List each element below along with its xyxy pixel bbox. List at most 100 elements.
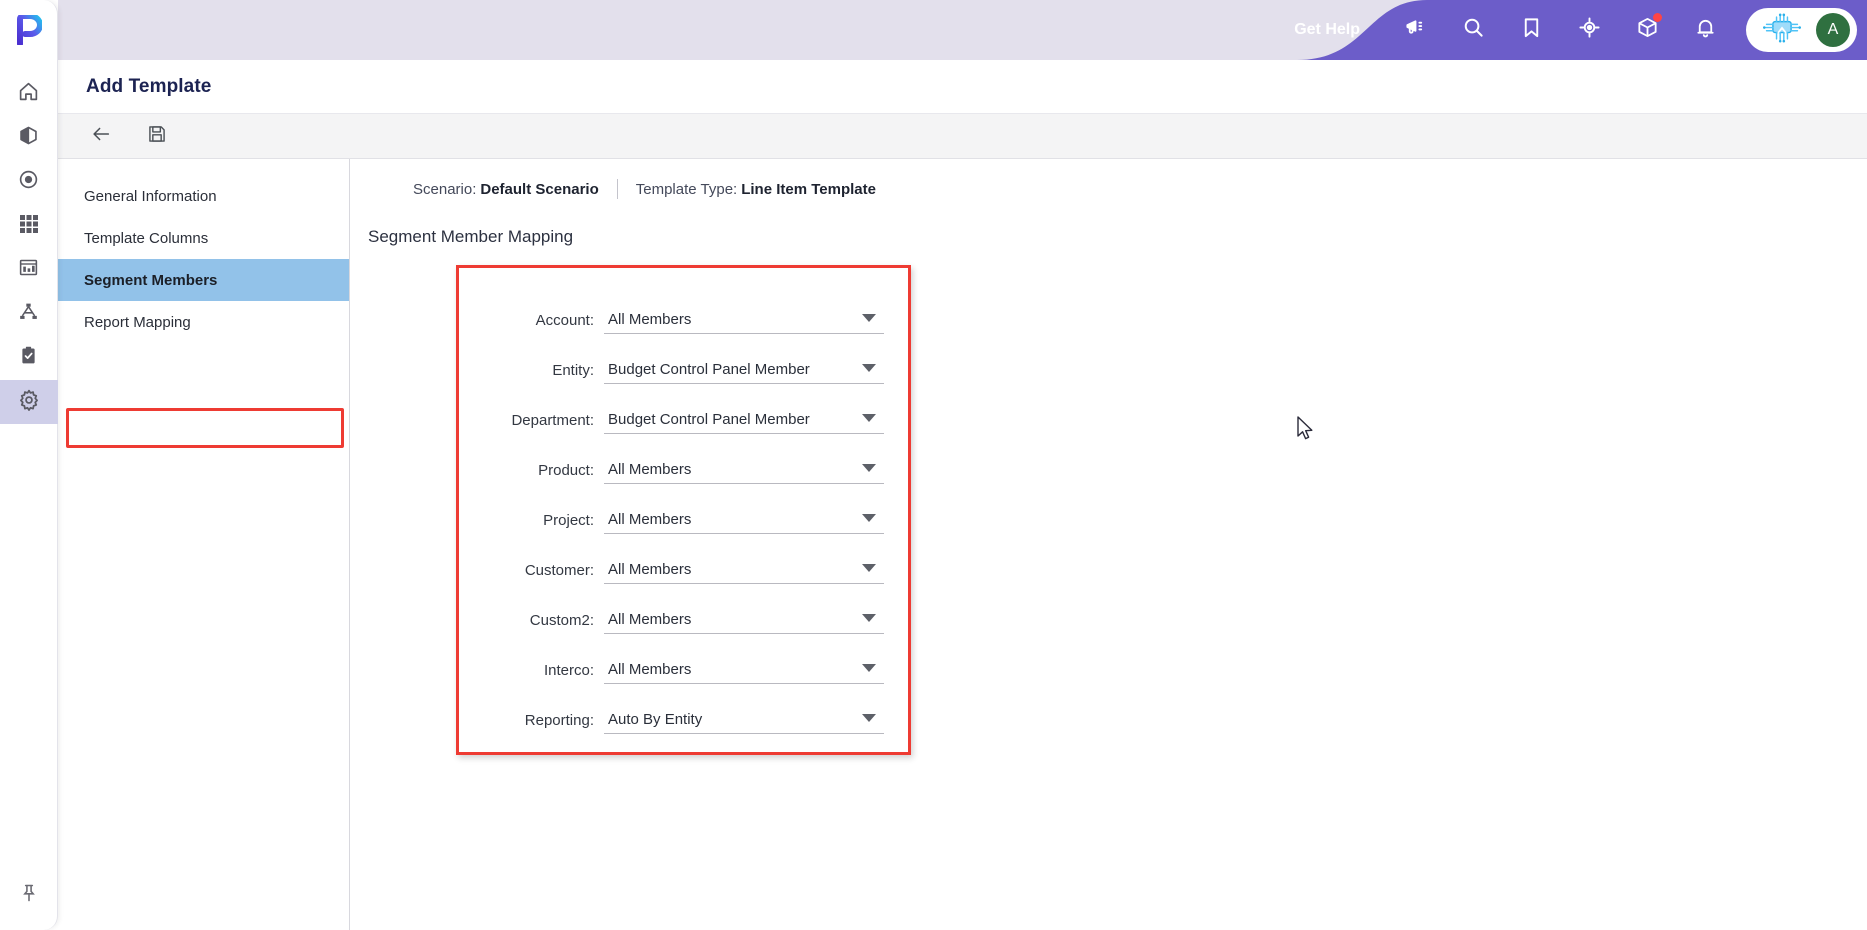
field-row-project: Project: All Members (459, 484, 884, 534)
entity-value: Budget Control Panel Member (608, 361, 810, 378)
account-dropdown[interactable]: All Members (604, 311, 884, 334)
clipboard-check-icon (18, 345, 39, 371)
sidebar-item-template-columns[interactable]: Template Columns (58, 217, 349, 259)
section-title: Segment Member Mapping (368, 227, 574, 246)
template-section-nav: General Information Template Columns Seg… (58, 159, 350, 930)
nav-label: Segment Members (84, 271, 218, 289)
bookmark-button[interactable] (1502, 0, 1560, 60)
package-button[interactable] (1618, 0, 1676, 60)
nav-label: Template Columns (84, 229, 209, 247)
interco-label: Interco: (543, 662, 594, 679)
custom2-dropdown[interactable]: All Members (604, 611, 884, 634)
rail-item-tasks[interactable] (0, 336, 58, 380)
application-window: Get Help A Add Template General Informat… (0, 0, 1867, 930)
interco-value: All Members (608, 661, 692, 678)
chevron-down-icon (862, 564, 876, 572)
get-help-button[interactable]: Get Help (1294, 21, 1360, 39)
department-value: Budget Control Panel Member (608, 411, 810, 428)
scenario-label: Scenario: (413, 180, 477, 198)
project-dropdown[interactable]: All Members (604, 511, 884, 534)
custom2-label: Custom2: (529, 612, 594, 629)
rail-item-reports[interactable] (0, 248, 58, 292)
package-notification-badge (1653, 13, 1662, 22)
reporting-value: Auto By Entity (608, 711, 703, 728)
bookmark-icon (1520, 16, 1543, 44)
announcement-button[interactable] (1386, 0, 1444, 60)
target-dot-icon (18, 169, 39, 195)
project-label: Project: (543, 512, 594, 529)
back-button[interactable] (86, 121, 116, 151)
sidebar-item-segment-members[interactable]: Segment Members (58, 259, 349, 301)
cube-icon (18, 125, 39, 151)
ai-chip-icon[interactable] (1762, 12, 1802, 49)
segment-member-mapping-wrap: Account: All Members Entity: Budget Cont… (456, 265, 911, 755)
template-type-value: Line Item Template (741, 180, 876, 198)
account-label: Account: (535, 312, 594, 329)
segment-member-mapping-panel: Account: All Members Entity: Budget Cont… (456, 265, 911, 755)
back-arrow-icon (90, 123, 112, 150)
left-icon-rail (0, 0, 58, 930)
rail-item-grid[interactable] (0, 204, 58, 248)
chevron-down-icon (862, 714, 876, 722)
field-row-customer: Customer: All Members (459, 534, 884, 584)
form-toolbar (58, 114, 1867, 159)
grid-icon (19, 214, 39, 239)
rail-item-target[interactable] (0, 160, 58, 204)
chevron-down-icon (862, 364, 876, 372)
hierarchy-icon (18, 301, 39, 327)
project-value: All Members (608, 511, 692, 528)
chevron-down-icon (862, 614, 876, 622)
entity-dropdown[interactable]: Budget Control Panel Member (604, 361, 884, 384)
entity-label: Entity: (552, 362, 594, 379)
reporting-dropdown[interactable]: Auto By Entity (604, 711, 884, 734)
account-value: All Members (608, 311, 692, 328)
header-actions: Get Help A (1294, 0, 1867, 60)
chevron-down-icon (862, 514, 876, 522)
save-floppy-icon (147, 124, 167, 149)
template-type-label: Template Type: (635, 180, 738, 198)
chevron-down-icon (862, 314, 876, 322)
rail-item-cube[interactable] (0, 116, 58, 160)
chevron-down-icon (862, 664, 876, 672)
field-row-product: Product: All Members (459, 434, 884, 484)
rail-item-settings[interactable] (0, 380, 58, 424)
interco-dropdown[interactable]: All Members (604, 661, 884, 684)
save-button[interactable] (142, 121, 172, 151)
customer-label: Customer: (524, 562, 594, 579)
department-dropdown[interactable]: Budget Control Panel Member (604, 411, 884, 434)
app-logo[interactable] (0, 0, 57, 60)
customer-dropdown[interactable]: All Members (604, 561, 884, 584)
announcement-icon (1404, 16, 1427, 44)
rail-item-pin[interactable] (0, 883, 58, 908)
field-row-account: Account: All Members (459, 284, 884, 334)
pin-icon (19, 883, 39, 908)
nav-label: Report Mapping (84, 313, 191, 331)
field-row-interco: Interco: All Members (459, 634, 884, 684)
department-label: Department: (511, 412, 594, 429)
avatar[interactable]: A (1816, 13, 1850, 47)
breadcrumb: Scenario: Default Scenario Template Type… (351, 159, 1867, 199)
reporting-label: Reporting: (524, 712, 594, 729)
sidebar-item-report-mapping[interactable]: Report Mapping (58, 301, 349, 343)
product-label: Product: (538, 462, 594, 479)
scenario-value: Default Scenario (480, 180, 599, 198)
chevron-down-icon (862, 464, 876, 472)
rail-item-home[interactable] (0, 72, 58, 116)
product-value: All Members (608, 461, 692, 478)
top-header: Get Help A (58, 0, 1867, 60)
target-button[interactable] (1560, 0, 1618, 60)
field-row-department: Department: Budget Control Panel Member (459, 384, 884, 434)
page-title: Add Template (86, 75, 212, 97)
nav-label: General Information (84, 187, 217, 205)
rail-item-hierarchy[interactable] (0, 292, 58, 336)
page-title-bar: Add Template (58, 60, 1867, 114)
chevron-down-icon (862, 414, 876, 422)
search-icon (1462, 16, 1485, 44)
customer-value: All Members (608, 561, 692, 578)
sidebar-item-general-information[interactable]: General Information (58, 175, 349, 217)
profile-pill[interactable]: A (1746, 8, 1857, 52)
home-icon (18, 81, 39, 107)
product-dropdown[interactable]: All Members (604, 461, 884, 484)
notifications-button[interactable] (1676, 0, 1734, 60)
search-button[interactable] (1444, 0, 1502, 60)
